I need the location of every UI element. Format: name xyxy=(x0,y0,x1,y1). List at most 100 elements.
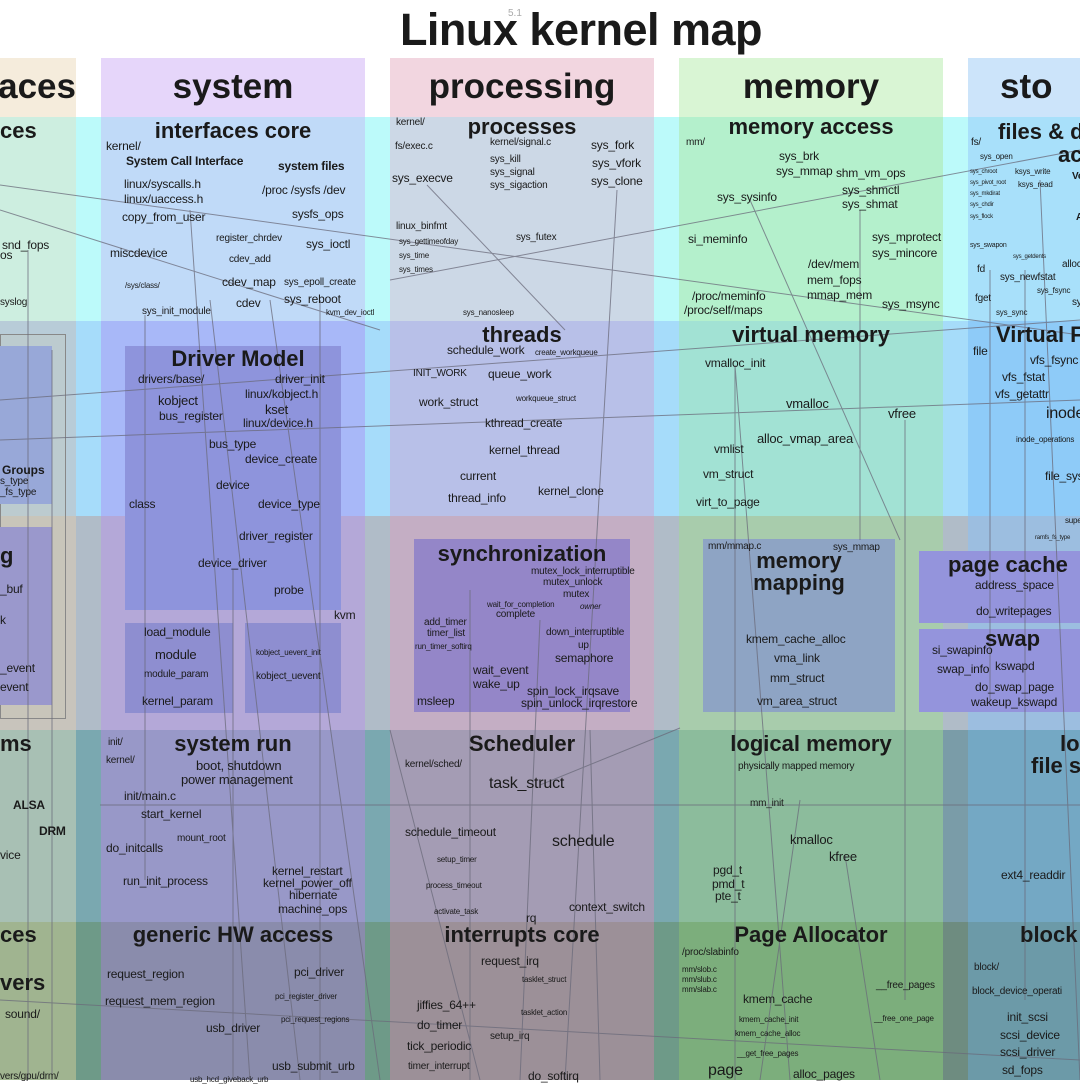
node[interactable]: System Call Interface xyxy=(126,155,243,167)
node[interactable]: cdev xyxy=(236,297,261,309)
node[interactable]: sound/ xyxy=(5,1008,40,1020)
node[interactable]: kobject_uevent xyxy=(256,672,321,682)
node[interactable]: inode_operations xyxy=(1016,436,1074,444)
node[interactable]: register_chrdev xyxy=(216,234,282,244)
node[interactable]: miscdevice xyxy=(110,247,168,259)
node[interactable]: mm/slub.c xyxy=(682,976,717,984)
node[interactable]: add_timer xyxy=(424,618,467,628)
node[interactable]: sys_open xyxy=(980,153,1013,161)
node[interactable]: system files xyxy=(278,160,345,172)
node[interactable]: setup_irq xyxy=(490,1032,530,1042)
node[interactable]: sys_signal xyxy=(490,168,535,178)
node[interactable]: __free_one_page xyxy=(874,1015,934,1023)
node[interactable]: ramfs_fs_type xyxy=(1035,535,1070,541)
node[interactable]: sys_ioctl xyxy=(306,238,350,250)
node[interactable]: sys_mkdirat xyxy=(970,191,1000,197)
node[interactable]: vmalloc_init xyxy=(705,357,765,369)
node[interactable]: s_type xyxy=(0,477,28,487)
node[interactable]: setup_timer xyxy=(437,856,477,864)
node[interactable]: init_scsi xyxy=(1007,1011,1048,1023)
node[interactable]: mm/slab.c xyxy=(682,986,717,994)
node[interactable]: mm/ xyxy=(686,138,705,148)
node[interactable]: __get_free_pages xyxy=(737,1050,799,1058)
node[interactable]: kobject_uevent_init xyxy=(256,649,321,657)
node[interactable]: sys_sigaction xyxy=(490,181,548,191)
node[interactable]: sd_fops xyxy=(1002,1064,1043,1076)
node[interactable]: request_irq xyxy=(481,955,539,967)
node[interactable]: hibernate xyxy=(289,889,337,901)
node[interactable]: kmem_cache_alloc xyxy=(735,1030,800,1038)
node[interactable]: sys_newfstat xyxy=(1000,273,1056,283)
node[interactable]: si_swapinfo xyxy=(932,644,993,656)
node[interactable]: request_mem_region xyxy=(105,995,215,1007)
node[interactable]: mm_struct xyxy=(770,672,824,684)
node[interactable]: probe xyxy=(274,584,304,596)
node[interactable]: si_meminfo xyxy=(688,233,748,245)
node[interactable]: alloc_vmap_area xyxy=(757,432,853,445)
node[interactable]: pci_request_regions xyxy=(281,1016,349,1024)
node[interactable]: vfs_fsync xyxy=(1030,354,1078,366)
node[interactable]: kernel/ xyxy=(106,756,135,766)
node[interactable]: kmem_cache xyxy=(743,993,813,1005)
node[interactable]: pci_driver xyxy=(294,966,344,978)
node[interactable]: schedule xyxy=(552,834,615,850)
node[interactable]: sys_fsync xyxy=(1037,287,1071,295)
node[interactable]: os xyxy=(0,249,12,261)
node[interactable]: vfs_fstat xyxy=(1002,371,1045,383)
node[interactable]: owner xyxy=(580,603,601,611)
node[interactable]: init/ xyxy=(108,738,123,748)
node[interactable]: mutex_lock_interruptible xyxy=(531,567,635,577)
node[interactable]: drivers/base/ xyxy=(138,373,204,385)
node[interactable]: ksys_read xyxy=(1018,181,1053,189)
node[interactable]: device_type xyxy=(258,498,320,510)
node[interactable]: sys_time xyxy=(399,252,429,260)
node[interactable]: work_struct xyxy=(419,396,478,408)
node[interactable]: vma_link xyxy=(774,652,820,664)
node[interactable]: pci_register_driver xyxy=(275,993,337,1001)
node[interactable]: jiffies_64++ xyxy=(417,999,476,1011)
node[interactable]: kernel_thread xyxy=(489,444,560,456)
node[interactable]: vfree xyxy=(888,407,916,420)
node[interactable]: vmlist xyxy=(714,443,744,455)
node[interactable]: supe xyxy=(1065,517,1080,525)
node[interactable]: sys_chdir xyxy=(970,202,994,208)
node[interactable]: kset xyxy=(265,403,288,416)
node[interactable]: schedule_work xyxy=(447,344,525,356)
node[interactable]: sys_vfork xyxy=(592,157,641,169)
node[interactable]: kernel_clone xyxy=(538,485,604,497)
node[interactable]: kswapd xyxy=(995,660,1035,672)
node[interactable]: DRM xyxy=(39,825,66,837)
node[interactable]: ALSA xyxy=(13,799,45,811)
node[interactable]: sys_kill xyxy=(490,155,521,165)
node[interactable]: scsi_device xyxy=(1000,1029,1060,1041)
node[interactable]: file_sys xyxy=(1045,470,1080,482)
node[interactable]: page xyxy=(708,1063,743,1079)
node[interactable]: fs/exec.c xyxy=(395,142,433,152)
node[interactable]: task_struct xyxy=(489,776,564,792)
node[interactable]: mount_root xyxy=(177,834,226,844)
node[interactable]: power management xyxy=(181,773,293,786)
node[interactable]: kernel_param xyxy=(142,695,213,707)
node[interactable]: file xyxy=(973,345,988,357)
node[interactable]: vm_area_struct xyxy=(757,695,837,707)
node[interactable]: current xyxy=(460,470,496,482)
node[interactable]: sys_epoll_create xyxy=(284,278,356,288)
node[interactable]: context_switch xyxy=(569,901,645,913)
node[interactable]: /proc/slabinfo xyxy=(682,948,739,958)
node[interactable]: Ve xyxy=(1072,172,1080,182)
node[interactable]: address_space xyxy=(975,579,1054,591)
node[interactable]: bus_type xyxy=(209,438,256,450)
node[interactable]: wake_up xyxy=(473,678,520,690)
node[interactable]: rq xyxy=(526,912,536,924)
node[interactable]: process_timeout xyxy=(426,882,482,890)
node[interactable]: sys_msync xyxy=(882,298,940,310)
node[interactable]: vm_struct xyxy=(703,468,753,480)
node[interactable]: schedule_timeout xyxy=(405,826,496,838)
node[interactable]: sys_getdents xyxy=(1013,254,1046,260)
node[interactable]: /sys/class/ xyxy=(125,282,160,290)
node[interactable]: sys_clone xyxy=(591,175,643,187)
node[interactable]: wakeup_kswapd xyxy=(971,696,1057,708)
node[interactable]: linux/device.h xyxy=(243,417,313,429)
node[interactable]: tick_periodic xyxy=(407,1040,471,1052)
node[interactable]: do_writepages xyxy=(976,605,1052,617)
